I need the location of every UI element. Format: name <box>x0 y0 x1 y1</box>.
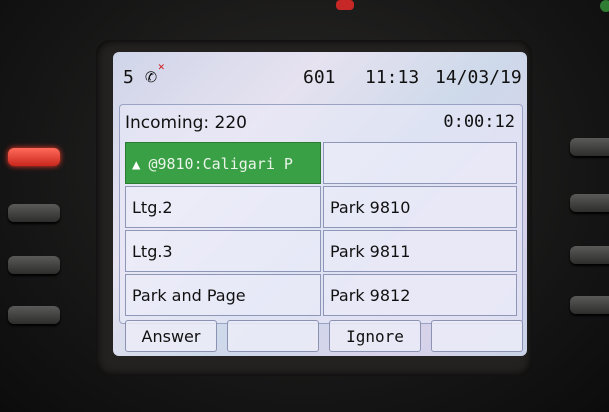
call-timer: 0:00:12 <box>443 112 515 132</box>
line-button-1[interactable] <box>8 148 60 166</box>
clock-time: 11:13 <box>365 67 420 88</box>
line-key-grid: ▲ @9810:Caligari P Ltg.2 Ltg.3 Park and P… <box>125 142 517 318</box>
incoming-label: Incoming: 220 <box>125 113 247 133</box>
line-button-3[interactable] <box>8 256 60 274</box>
line-button-2[interactable] <box>8 204 60 222</box>
bell-icon: ▲ <box>132 157 141 173</box>
line-key-park-9812[interactable]: Park 9812 <box>323 274 517 316</box>
missed-x-icon: ✕ <box>158 60 165 73</box>
status-bar: 5 ✆ ✕ 601 11:13 14/03/19 <box>113 52 527 102</box>
line-key-label: Park 9810 <box>330 198 411 217</box>
line-key-label: @9810:Caligari P <box>148 155 293 173</box>
extension-number: 601 <box>303 67 336 88</box>
ignore-button[interactable]: Ignore <box>329 320 421 352</box>
line-button-5[interactable] <box>570 138 609 156</box>
phone-missed-icon: ✆ <box>145 64 158 88</box>
line-key-park-9810[interactable]: Park 9810 <box>323 186 517 228</box>
softkey-blank-2[interactable] <box>431 320 523 352</box>
line-key-park-9811[interactable]: Park 9811 <box>323 230 517 272</box>
phone-display: 5 ✆ ✕ 601 11:13 14/03/19 Incoming: 220 0… <box>113 52 527 356</box>
incoming-call-row: Incoming: 220 0:00:12 <box>119 104 521 140</box>
line-button-4[interactable] <box>8 306 60 324</box>
line-key-ltg2[interactable]: Ltg.2 <box>125 186 321 228</box>
line-key-label: Park and Page <box>132 286 246 305</box>
missed-call-count: 5 <box>123 67 134 88</box>
line-key-park-and-page[interactable]: Park and Page <box>125 274 321 316</box>
status-led-green <box>600 0 609 12</box>
line-button-6[interactable] <box>570 194 609 212</box>
line-key-ltg3[interactable]: Ltg.3 <box>125 230 321 272</box>
clock-date: 14/03/19 <box>435 67 522 88</box>
softkey-blank-1[interactable] <box>227 320 319 352</box>
answer-button[interactable]: Answer <box>125 320 217 352</box>
line-key-label: Park 9811 <box>330 242 411 261</box>
softkey-bar: Answer Ignore <box>125 320 525 352</box>
line-key-empty[interactable] <box>323 142 517 184</box>
line-button-7[interactable] <box>570 246 609 264</box>
status-led <box>336 0 354 10</box>
line-key-label: Ltg.3 <box>132 242 173 261</box>
line-key-alerting[interactable]: ▲ @9810:Caligari P <box>125 142 321 184</box>
line-key-label: Park 9812 <box>330 286 411 305</box>
line-key-label: Ltg.2 <box>132 198 173 217</box>
line-button-8[interactable] <box>570 296 609 314</box>
